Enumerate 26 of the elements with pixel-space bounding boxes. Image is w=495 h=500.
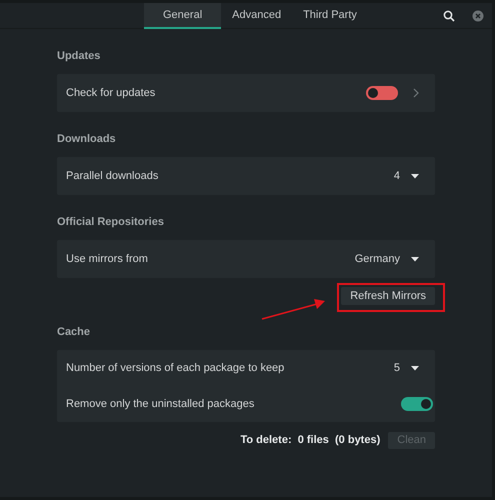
dropdown[interactable]: Germany xyxy=(354,250,419,268)
tab[interactable]: General xyxy=(144,3,222,29)
caret-icon xyxy=(411,174,419,178)
setting-label: Number of versions of each package to keep xyxy=(66,360,286,376)
dropdown[interactable]: 5 xyxy=(394,360,419,376)
setting-label: Use mirrors from xyxy=(66,252,149,267)
setting-label: Remove only the uninstalled packages xyxy=(66,396,256,412)
section-title: Official Repositories xyxy=(57,215,165,229)
annotation-arrow xyxy=(262,299,326,320)
caret-icon xyxy=(411,366,419,370)
search-icon[interactable] xyxy=(443,10,455,22)
tab[interactable]: Third Party xyxy=(292,3,368,29)
chevron-right-icon[interactable] xyxy=(413,88,419,98)
toggle-switch[interactable] xyxy=(366,86,398,100)
dropdown[interactable]: 4 xyxy=(394,168,419,184)
delete-summary: To delete: 0 files (0 bytes) xyxy=(240,433,380,448)
caret-icon xyxy=(411,256,419,262)
setting-label: Parallel downloads xyxy=(66,168,160,184)
section-title: Updates xyxy=(57,49,102,63)
refresh-button[interactable]: Refresh Mirrors xyxy=(341,287,435,305)
tab[interactable]: Advanced xyxy=(221,3,292,29)
section-title: Downloads xyxy=(57,132,117,146)
setting-label: Check for updates xyxy=(66,86,156,101)
toggle-switch[interactable] xyxy=(401,397,433,411)
close-icon[interactable] xyxy=(472,10,484,22)
section-title: Cache xyxy=(57,325,92,339)
